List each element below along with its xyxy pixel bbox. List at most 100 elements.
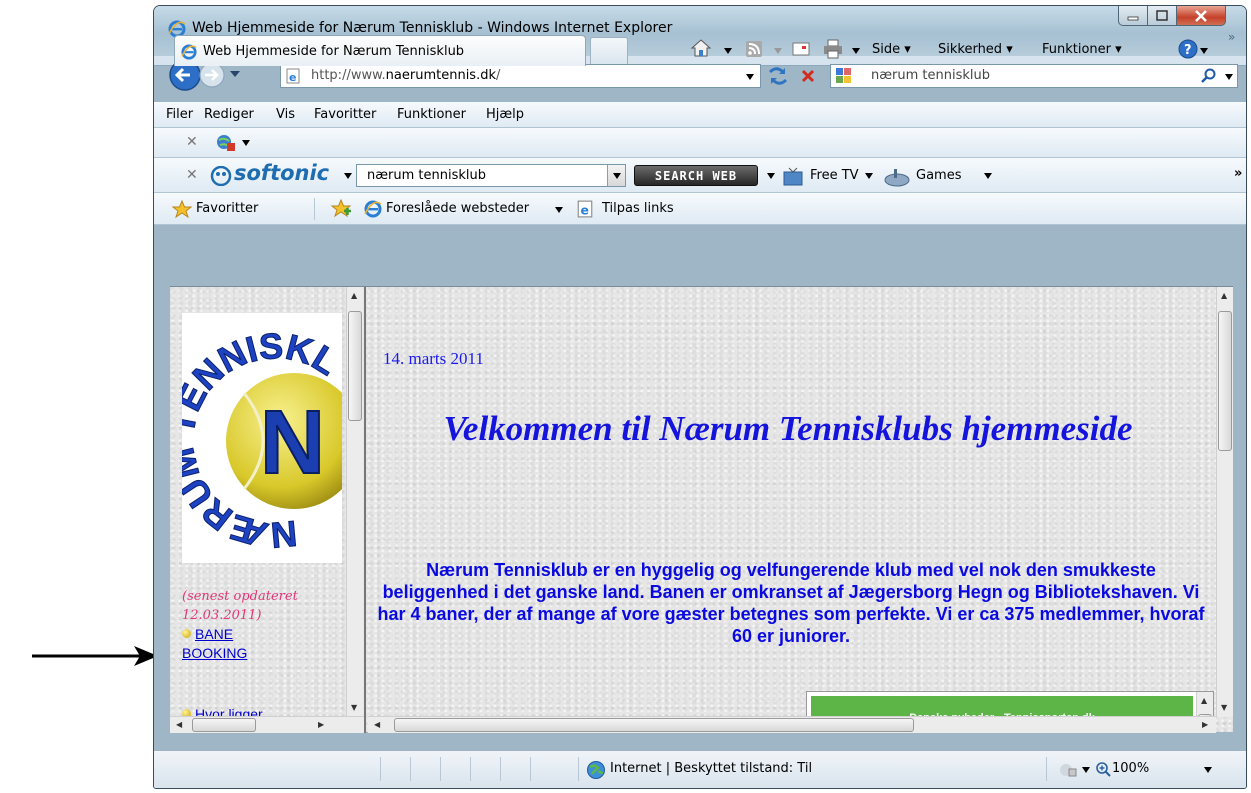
status-bar: Internet | Beskyttet tilstand: Til 100%	[154, 750, 1246, 788]
scroll-thumb[interactable]	[348, 311, 362, 421]
google-provider-icon	[836, 68, 851, 83]
games-icon	[884, 169, 910, 187]
softonic-menu-dropdown-icon[interactable]	[344, 173, 352, 179]
main-frame-horizontal-scrollbar[interactable]: ◀ ▶	[368, 716, 1216, 733]
suggested-sites-dropdown-icon[interactable]	[555, 207, 563, 213]
separator	[530, 757, 531, 781]
security-zone-status[interactable]: Internet | Beskyttet tilstand: Til	[610, 761, 812, 776]
help-dropdown-icon[interactable]	[1200, 48, 1208, 54]
history-dropdown-icon[interactable]	[230, 70, 240, 78]
separator	[380, 757, 381, 781]
search-web-button[interactable]: SEARCH WEB	[634, 165, 758, 186]
scroll-right-icon[interactable]: ▶	[1202, 720, 1208, 729]
svg-text:N: N	[260, 393, 325, 493]
menu-bar: Filer Rediger Vis Favoritter Funktioner …	[154, 102, 1246, 128]
address-url[interactable]: http://www.naerumtennis.dk/	[311, 68, 500, 83]
scroll-up-icon[interactable]: ▲	[1201, 696, 1207, 705]
maximize-button[interactable]	[1147, 6, 1177, 26]
scroll-down-icon[interactable]: ▼	[351, 703, 357, 712]
protected-mode-dropdown-icon[interactable]	[1082, 767, 1090, 773]
page-ie-icon: e	[286, 68, 300, 84]
zoom-level[interactable]: 100%	[1112, 761, 1149, 776]
help-icon[interactable]: ?	[1178, 39, 1198, 59]
custom-links-button[interactable]: Tilpas links	[602, 201, 674, 216]
home-dropdown-icon[interactable]	[724, 48, 732, 54]
softonic-logo[interactable]: softonic	[234, 161, 329, 185]
menu-tools[interactable]: Funktioner	[397, 107, 466, 122]
search-box[interactable]: nærum tennisklub	[830, 64, 1238, 88]
svg-text:?: ?	[1184, 43, 1192, 58]
safety-menu-button[interactable]: Sikkerhed ▾	[938, 42, 1013, 57]
feeds-icon[interactable]	[745, 40, 763, 58]
left-frame-vertical-scrollbar[interactable]: ▲ ▼	[346, 287, 363, 717]
separator	[440, 757, 441, 781]
menu-view[interactable]: Vis	[276, 107, 295, 122]
scroll-left-icon[interactable]: ◀	[374, 720, 380, 729]
print-dropdown-icon[interactable]	[852, 48, 860, 54]
bane-booking-link[interactable]: BANE BOOKING	[182, 625, 247, 663]
menu-file[interactable]: Filer	[166, 107, 193, 122]
softonic-search-input[interactable]: nærum tennisklub	[356, 164, 626, 187]
home-icon[interactable]	[690, 38, 712, 58]
stop-button[interactable]	[794, 64, 822, 88]
refresh-icon	[769, 67, 787, 85]
scroll-thumb[interactable]	[1218, 311, 1232, 451]
address-dropdown-icon[interactable]	[746, 74, 754, 80]
internet-globe-icon	[587, 761, 605, 779]
zoom-dropdown-icon[interactable]	[1204, 767, 1212, 773]
print-icon[interactable]	[822, 39, 844, 59]
free-tv-button[interactable]: Free TV	[810, 168, 859, 183]
addon-dropdown-icon[interactable]	[242, 140, 250, 146]
search-options-dropdown-icon[interactable]	[1225, 74, 1233, 80]
search-web-dropdown-icon[interactable]	[767, 173, 775, 179]
page-menu-button[interactable]: Side ▾	[872, 42, 911, 57]
separator	[1046, 757, 1047, 781]
feeds-dropdown-icon[interactable]	[774, 48, 782, 54]
custom-links-page-icon: e	[577, 200, 593, 218]
close-softonic-icon[interactable]: ✕	[186, 167, 198, 183]
minimize-button[interactable]	[1118, 6, 1148, 26]
search-icon[interactable]	[1201, 68, 1217, 84]
toolbar-overflow-icon[interactable]: »	[1234, 166, 1242, 181]
last-updated-note: (senest opdateret 12.03.2011)	[182, 589, 298, 623]
close-button[interactable]	[1176, 6, 1226, 26]
mail-icon[interactable]	[792, 42, 810, 56]
search-input[interactable]: nærum tennisklub	[871, 68, 990, 83]
menu-edit[interactable]: Rediger	[204, 107, 254, 122]
free-tv-dropdown-icon[interactable]	[865, 173, 873, 179]
menu-help[interactable]: Hjælp	[486, 107, 524, 122]
tools-menu-button[interactable]: Funktioner ▾	[1042, 42, 1122, 57]
add-favorite-icon[interactable]	[330, 199, 352, 219]
scroll-down-icon[interactable]: ▼	[1221, 703, 1227, 712]
favorites-button[interactable]: Favoritter	[196, 201, 258, 216]
minimize-icon	[1127, 16, 1139, 20]
games-button[interactable]: Games	[916, 168, 961, 183]
games-dropdown-icon[interactable]	[984, 173, 992, 179]
scroll-up-icon[interactable]: ▲	[1221, 291, 1227, 300]
new-tab-button[interactable]	[590, 37, 628, 64]
zoom-icon[interactable]	[1095, 761, 1111, 777]
scroll-left-icon[interactable]: ◀	[176, 720, 182, 729]
menu-favorites[interactable]: Favoritter	[314, 107, 376, 122]
left-frame: N NÆRUM TENNISKLUB (senest opdateret 12.…	[170, 287, 366, 733]
separator	[314, 198, 315, 220]
page-date: 14. marts 2011	[383, 349, 484, 368]
close-toolbar-icon[interactable]: ✕	[186, 134, 198, 150]
softonic-search-dropdown[interactable]	[607, 165, 625, 186]
left-frame-horizontal-scrollbar[interactable]: ◀ ▶	[170, 716, 364, 733]
softonic-logo-icon	[210, 166, 232, 186]
tab-naerum-tennisklub[interactable]: Web Hjemmeside for Nærum Tennisklub	[174, 35, 586, 66]
scroll-thumb[interactable]	[394, 718, 914, 732]
separator	[410, 757, 411, 781]
scroll-up-icon[interactable]: ▲	[351, 291, 357, 300]
scroll-thumb[interactable]	[192, 718, 256, 732]
command-overflow-icon[interactable]: »	[1228, 30, 1235, 44]
protected-mode-icon[interactable]	[1058, 761, 1078, 779]
main-frame-vertical-scrollbar[interactable]: ▲ ▼	[1216, 287, 1233, 717]
refresh-button[interactable]	[764, 64, 792, 88]
scroll-right-icon[interactable]: ▶	[318, 720, 324, 729]
address-bar[interactable]: e http://www.naerumtennis.dk/	[280, 64, 761, 88]
suggested-sites-button[interactable]: Foreslåede websteder	[386, 201, 529, 216]
addon-globe-icon[interactable]	[216, 134, 236, 152]
bullet-icon	[182, 629, 191, 638]
